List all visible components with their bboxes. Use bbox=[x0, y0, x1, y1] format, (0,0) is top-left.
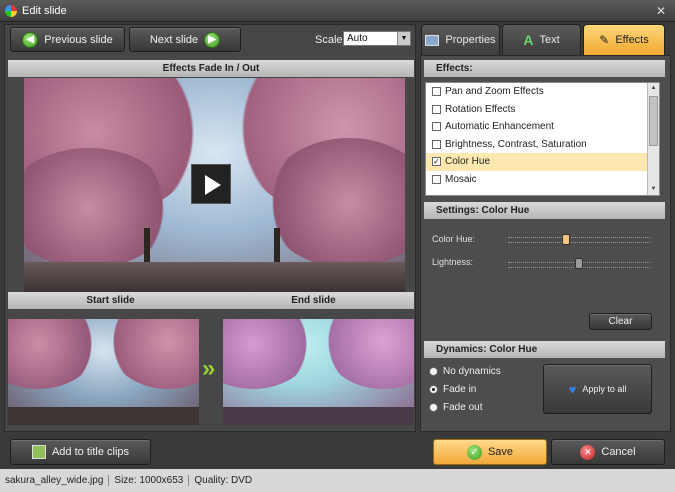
properties-icon bbox=[425, 34, 440, 46]
status-file: sakura_alley_wide.jpg bbox=[0, 475, 110, 486]
checkbox-checked[interactable]: ✓ bbox=[432, 157, 441, 167]
save-button[interactable]: ✓ Save bbox=[433, 439, 547, 465]
color-hue-label: Color Hue: bbox=[432, 234, 476, 244]
settings-header: Settings: Color Hue bbox=[424, 202, 665, 219]
effect-label: Rotation Effects bbox=[445, 103, 516, 115]
effects-icon: ✎ bbox=[599, 33, 610, 47]
film-icon bbox=[31, 445, 46, 459]
cancel-label: Cancel bbox=[601, 446, 636, 458]
radio-no-dynamics[interactable]: No dynamics bbox=[429, 366, 501, 377]
start-slide-label: Start slide bbox=[8, 292, 213, 309]
preview-image bbox=[24, 78, 405, 292]
arrow-left-icon: ◀ bbox=[22, 31, 39, 48]
play-button[interactable] bbox=[191, 164, 231, 204]
scale-dropdown[interactable]: Auto ▼ bbox=[343, 31, 411, 46]
tab-effects[interactable]: ✎ Effects bbox=[583, 24, 665, 55]
app-icon bbox=[5, 5, 17, 17]
scroll-down-icon[interactable]: ▼ bbox=[648, 184, 659, 195]
add-title-label: Add to title clips bbox=[51, 446, 130, 458]
radio-fade-out[interactable]: Fade out bbox=[429, 402, 482, 413]
check-icon: ✓ bbox=[466, 444, 482, 460]
start-slide-image bbox=[8, 319, 199, 425]
status-size: Size: 1000x653 bbox=[109, 475, 190, 486]
scale-value: Auto bbox=[347, 33, 368, 44]
effect-item-selected[interactable]: ✓ Color Hue bbox=[426, 153, 659, 171]
effect-label: Pan and Zoom Effects bbox=[445, 86, 544, 98]
next-slide-label: Next slide bbox=[149, 33, 199, 46]
title-bar: Edit slide ✕ bbox=[0, 0, 675, 22]
add-to-title-clips-button[interactable]: Add to title clips bbox=[10, 439, 151, 465]
effect-label: Mosaic bbox=[445, 173, 477, 185]
effects-list[interactable]: Pan and Zoom Effects Rotation Effects Au… bbox=[425, 82, 660, 196]
radio-dot-checked[interactable] bbox=[429, 385, 438, 394]
scroll-up-icon[interactable]: ▲ bbox=[648, 83, 659, 94]
effect-item[interactable]: Automatic Enhancement bbox=[426, 118, 659, 136]
checkbox[interactable] bbox=[432, 87, 441, 97]
tab-effects-label: Effects bbox=[615, 34, 649, 46]
next-slide-button[interactable]: Next slide ▶ bbox=[129, 27, 241, 52]
previous-slide-button[interactable]: ◀ Previous slide bbox=[10, 27, 125, 52]
chevron-down-icon: ▼ bbox=[397, 32, 410, 45]
color-hue-slider[interactable] bbox=[508, 237, 650, 243]
status-quality: Quality: DVD bbox=[194, 475, 253, 486]
clear-button[interactable]: Clear bbox=[589, 313, 652, 330]
checkbox[interactable] bbox=[432, 139, 441, 149]
radio-label: Fade in bbox=[443, 384, 477, 395]
radio-label: No dynamics bbox=[443, 366, 501, 377]
effects-header: Effects: bbox=[424, 60, 665, 77]
preview-title: Effects Fade In / Out bbox=[8, 60, 414, 77]
end-slide-label: End slide bbox=[213, 292, 414, 309]
effect-label: Brightness, Contrast, Saturation bbox=[445, 138, 587, 150]
effect-item[interactable]: Brightness, Contrast, Saturation bbox=[426, 136, 659, 154]
cancel-button[interactable]: ✕ Cancel bbox=[551, 439, 665, 465]
cancel-icon: ✕ bbox=[580, 444, 596, 460]
status-bar: sakura_alley_wide.jpg Size: 1000x653 Qua… bbox=[0, 469, 675, 492]
checkbox[interactable] bbox=[432, 122, 441, 132]
checkbox[interactable] bbox=[432, 104, 441, 114]
lightness-label: Lightness: bbox=[432, 257, 474, 267]
arrow-right-icon: ▶ bbox=[204, 31, 221, 48]
scale-label: Scale: bbox=[315, 34, 346, 46]
tab-text-label: Text bbox=[539, 34, 560, 46]
tab-properties-label: Properties bbox=[445, 34, 496, 46]
close-icon[interactable]: ✕ bbox=[653, 3, 669, 19]
clear-label: Clear bbox=[608, 316, 633, 327]
play-icon bbox=[205, 175, 221, 195]
apply-label: Apply to all bbox=[582, 384, 627, 394]
effects-scrollbar[interactable]: ▲ ▼ bbox=[647, 83, 659, 195]
radio-dot[interactable] bbox=[429, 367, 438, 376]
previous-slide-label: Previous slide bbox=[44, 33, 113, 46]
apply-to-all-button[interactable]: ♥ Apply to all bbox=[543, 364, 652, 414]
effect-item[interactable]: Rotation Effects bbox=[426, 101, 659, 119]
radio-fade-in[interactable]: Fade in bbox=[429, 384, 476, 395]
text-icon: A bbox=[523, 32, 534, 48]
radio-dot[interactable] bbox=[429, 403, 438, 412]
lightness-thumb[interactable] bbox=[575, 258, 583, 269]
effect-label: Color Hue bbox=[445, 156, 491, 168]
effect-label: Automatic Enhancement bbox=[445, 121, 554, 133]
transition-arrow-icon: » bbox=[202, 355, 216, 382]
effect-item[interactable]: Mosaic bbox=[426, 171, 659, 189]
checkbox[interactable] bbox=[432, 174, 441, 184]
effect-item[interactable]: Pan and Zoom Effects bbox=[426, 83, 659, 101]
heart-icon: ♥ bbox=[568, 381, 577, 397]
radio-label: Fade out bbox=[443, 402, 483, 413]
tab-properties[interactable]: Properties bbox=[421, 24, 500, 55]
save-label: Save bbox=[487, 446, 514, 458]
scroll-thumb[interactable] bbox=[649, 96, 658, 146]
window-title: Edit slide bbox=[22, 5, 67, 17]
tab-text[interactable]: A Text bbox=[502, 24, 581, 55]
dynamics-header: Dynamics: Color Hue bbox=[424, 341, 665, 358]
color-hue-thumb[interactable] bbox=[562, 234, 570, 245]
end-slide-image bbox=[223, 319, 414, 425]
